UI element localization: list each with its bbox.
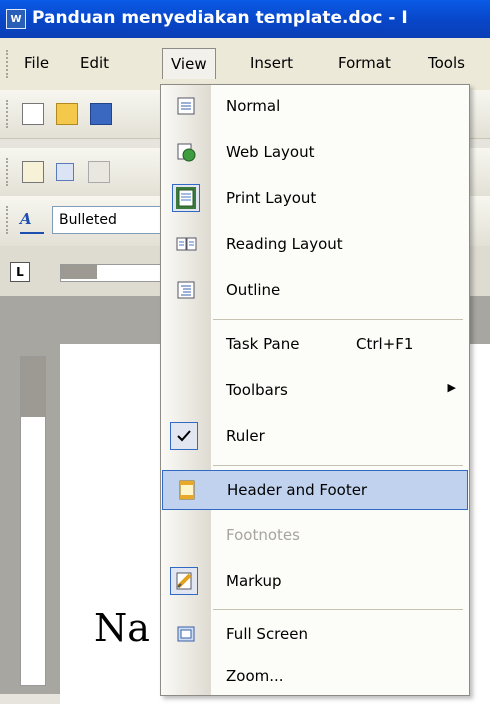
menu-item-header-footer[interactable]: Header and Footer — [162, 470, 468, 510]
menu-item-label: Footnotes — [226, 526, 300, 544]
menu-item-label: Task Pane — [226, 335, 300, 353]
outline-view-icon — [176, 280, 196, 300]
menu-item-label: Normal — [226, 97, 281, 115]
menu-tools[interactable]: Tools — [420, 48, 473, 78]
menu-item-label: Reading Layout — [226, 235, 343, 253]
menu-item-label: Full Screen — [226, 625, 308, 643]
new-document-icon[interactable] — [22, 103, 44, 125]
menu-bar: File Edit View Insert Format Tools — [0, 38, 490, 90]
menu-item-normal[interactable]: Normal — [162, 87, 468, 127]
menu-item-label: Markup — [226, 572, 282, 590]
menu-separator — [213, 319, 463, 320]
window-title: Panduan menyediakan template.doc - I — [32, 8, 408, 28]
submenu-arrow-icon: ▶ — [447, 381, 456, 394]
menu-item-label: Toolbars — [226, 381, 288, 399]
menu-item-shortcut: Ctrl+F1 — [356, 335, 414, 353]
menu-item-ruler[interactable]: Ruler — [162, 417, 468, 457]
normal-view-icon — [176, 96, 196, 116]
title-bar: W Panduan menyediakan template.doc - I — [0, 0, 490, 38]
styles-icon[interactable]: A — [20, 208, 44, 234]
reading-layout-icon — [176, 234, 197, 254]
menu-view[interactable]: View — [162, 48, 216, 79]
view-menu-dropdown: Normal Web Layout Print Layout Reading L… — [160, 84, 470, 696]
save-icon[interactable] — [90, 103, 112, 125]
menu-item-task-pane[interactable]: Task Pane Ctrl+F1 — [162, 325, 468, 365]
menu-edit[interactable]: Edit — [72, 48, 117, 78]
menu-file[interactable]: File — [16, 48, 57, 78]
markup-icon — [170, 567, 198, 595]
document-text: Na — [94, 606, 150, 650]
open-folder-icon[interactable] — [56, 103, 78, 125]
word-app-icon[interactable]: W — [6, 9, 26, 29]
tab-selector[interactable]: L — [10, 262, 30, 282]
menu-item-label: Outline — [226, 281, 281, 299]
vertical-ruler[interactable] — [20, 356, 46, 686]
menu-format[interactable]: Format — [330, 48, 399, 78]
header-footer-icon — [177, 480, 197, 500]
menubar-grip[interactable] — [6, 50, 11, 78]
toolbar-grip-3[interactable] — [6, 206, 11, 234]
document-page-icon[interactable] — [22, 161, 44, 183]
print-layout-icon — [172, 184, 200, 212]
table-icon[interactable] — [56, 163, 74, 181]
menu-item-label: Ruler — [226, 427, 265, 445]
menu-item-toolbars[interactable]: Toolbars ▶ — [162, 371, 468, 411]
menu-insert[interactable]: Insert — [242, 48, 301, 78]
toolbar-grip[interactable] — [6, 100, 11, 128]
menu-separator — [213, 609, 463, 610]
web-layout-icon — [176, 142, 196, 162]
menu-item-full-screen[interactable]: Full Screen — [162, 615, 468, 655]
full-screen-icon — [176, 624, 196, 644]
menu-item-label: Print Layout — [226, 189, 317, 207]
menu-item-zoom[interactable]: Zoom... — [162, 657, 468, 697]
menu-item-label: Header and Footer — [227, 481, 368, 499]
menu-item-web-layout[interactable]: Web Layout — [162, 133, 468, 173]
edit-pencil-icon[interactable] — [88, 161, 110, 183]
horizontal-ruler[interactable] — [60, 264, 172, 282]
toolbar-grip-2[interactable] — [6, 158, 11, 186]
menu-item-print-layout[interactable]: Print Layout — [162, 179, 468, 219]
menu-item-label: Zoom... — [226, 667, 284, 685]
menu-item-footnotes: Footnotes — [162, 516, 468, 556]
checkmark-icon — [170, 422, 198, 450]
style-dropdown[interactable]: Bulleted — [52, 206, 162, 234]
menu-item-reading-layout[interactable]: Reading Layout — [162, 225, 468, 265]
menu-item-outline[interactable]: Outline — [162, 271, 468, 311]
menu-item-label: Web Layout — [226, 143, 315, 161]
menu-separator — [213, 465, 463, 466]
menu-item-markup[interactable]: Markup — [162, 562, 468, 602]
